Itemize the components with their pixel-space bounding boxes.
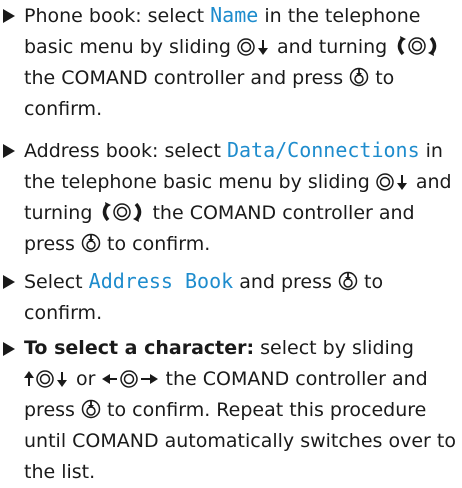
step-text-part: and turning xyxy=(270,36,394,58)
press-icon xyxy=(349,67,369,87)
bullet-arrow-icon xyxy=(3,144,15,158)
step-text-part: Phone book: select xyxy=(24,5,211,27)
step-text-part: or xyxy=(70,368,102,390)
press-icon xyxy=(81,233,101,253)
step-text-part: Address book: select xyxy=(24,140,227,162)
press-icon xyxy=(81,399,101,419)
bullet-arrow-icon xyxy=(3,9,15,23)
menu-item-name: Name xyxy=(210,3,259,27)
step-text-part: and press xyxy=(233,271,338,293)
step-text: Phone book: select Name in the telephone… xyxy=(24,0,460,125)
rotate-icon xyxy=(98,202,146,222)
menu-item-address-book: Address Book xyxy=(88,269,234,293)
step-text-part: the COMAND controller and press xyxy=(24,67,350,89)
rotate-icon xyxy=(393,36,441,56)
step-heading: To select a character: xyxy=(24,337,255,359)
instruction-step-select-address-book: Select Address Book and press to confirm… xyxy=(0,266,460,329)
slide-up-down-icon xyxy=(24,370,70,388)
bullet-arrow-icon xyxy=(3,275,15,289)
instruction-step-phone-book: Phone book: select Name in the telephone… xyxy=(0,0,460,125)
menu-item-data-connections: Data/Connections xyxy=(226,138,420,162)
instruction-step-address-book: Address book: select Data/Connections in… xyxy=(0,135,460,260)
step-text: Select Address Book and press to confirm… xyxy=(24,266,460,329)
step-text-part: Select xyxy=(24,271,89,293)
instruction-step-select-character: To select a character: select by sliding… xyxy=(0,333,460,488)
slide-down-icon xyxy=(376,173,410,191)
step-text-part: to confirm. xyxy=(100,233,211,255)
press-icon xyxy=(338,271,358,291)
bullet-arrow-icon xyxy=(3,342,15,356)
instruction-page: Phone book: select Name in the telephone… xyxy=(0,0,462,483)
slide-down-icon xyxy=(237,38,271,56)
step-text: To select a character: select by sliding… xyxy=(24,333,460,488)
step-text: Address book: select Data/Connections in… xyxy=(24,135,460,260)
step-text-part: select by sliding xyxy=(254,337,414,359)
slide-left-right-icon xyxy=(101,370,160,388)
